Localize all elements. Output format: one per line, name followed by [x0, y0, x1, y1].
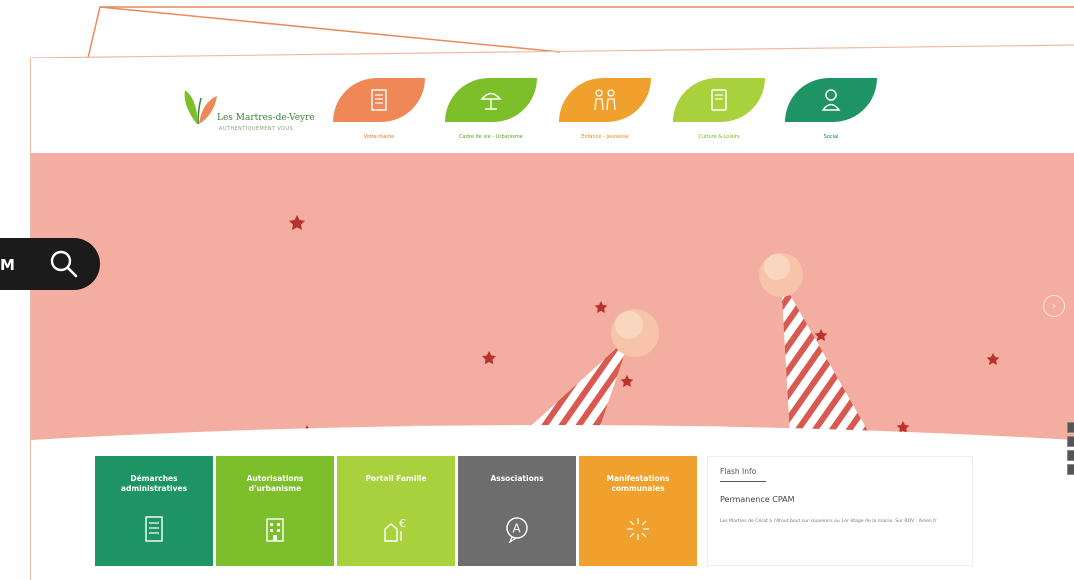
nav-label: Enfance - Jeunesse: [581, 134, 629, 140]
site-logo[interactable]: Les Martres-de-Veyre AUTHENTIQUEMENT VOU…: [179, 84, 339, 138]
flash-info-headline[interactable]: Permanence CPAM: [720, 495, 795, 504]
nav-item-culture-loisirs[interactable]: Culture & Loisirs: [669, 78, 769, 148]
flash-info-body: Les Martres de Cérat à l'Atout bout sur …: [720, 519, 937, 524]
association-badge-icon: A: [502, 514, 532, 544]
hero-bottom-curve: [31, 425, 1074, 453]
fireworks-icon: [623, 514, 653, 544]
tile-label: Manifestations communales: [606, 474, 670, 493]
party-hats-illustration: [289, 215, 1000, 453]
nav-item-cadre-de-vie[interactable]: Cadre de vie - Urbanisme: [441, 78, 541, 148]
tile-label: Portail Famille: [365, 474, 427, 483]
nav-leaf-social: [785, 78, 877, 122]
flash-info-panel: Flash Info Permanence CPAM Les Martres d…: [707, 456, 973, 566]
tile-label: Autorisations d'urbanisme: [246, 474, 304, 493]
leaf-logo-icon: [184, 90, 217, 125]
family-euro-icon: €: [381, 514, 411, 544]
social-print-icon[interactable]: [1067, 450, 1074, 461]
flash-info-title: Flash Info: [720, 467, 757, 476]
svg-text:A: A: [513, 522, 522, 536]
tile-autorisations-urbanisme[interactable]: Autorisations d'urbanisme: [216, 456, 334, 566]
nav-label: Social: [823, 134, 839, 140]
svg-text:€: €: [399, 517, 406, 530]
flash-info-underline: [720, 481, 766, 482]
tile-label: Associations: [490, 474, 544, 483]
nav-label: Cadre de vie - Urbanisme: [459, 134, 523, 140]
social-facebook-icon[interactable]: [1067, 436, 1074, 447]
urban-building-icon: [260, 514, 290, 544]
building-document-icon: [371, 89, 387, 111]
logo-tagline: AUTHENTIQUEMENT VOUS: [219, 126, 294, 132]
tile-manifestations-communales[interactable]: Manifestations communales: [579, 456, 697, 566]
logo-title: Les Martres-de-Veyre: [217, 113, 315, 123]
book-icon: [711, 89, 727, 111]
search-pill[interactable]: M: [0, 238, 100, 290]
tile-portail-famille[interactable]: Portail Famille €: [337, 456, 455, 566]
nav-item-social[interactable]: Social: [781, 78, 881, 148]
children-icon: [594, 89, 616, 111]
nav-item-enfance-jeunesse[interactable]: Enfance - Jeunesse: [555, 78, 655, 148]
nav-label: Culture & Loisirs: [698, 134, 740, 140]
tile-associations[interactable]: Associations A: [458, 456, 576, 566]
nav-leaf-culture-loisirs: [673, 78, 765, 122]
tile-demarches-administratives[interactable]: Démarches administratives: [95, 456, 213, 566]
screenshot-stage: Les Martres-de-Veyre AUTHENTIQUEMENT VOU…: [0, 0, 1074, 580]
site-header: Les Martres-de-Veyre AUTHENTIQUEMENT VOU…: [31, 58, 1074, 153]
form-document-icon: [139, 514, 169, 544]
nav-label: Votre mairie: [363, 134, 395, 140]
nav-leaf-cadre-de-vie: [445, 78, 537, 122]
nav-item-votre-mairie[interactable]: Votre mairie: [329, 78, 429, 148]
website-screenshot: Les Martres-de-Veyre AUTHENTIQUEMENT VOU…: [30, 58, 1074, 580]
hero-banner: ›: [31, 153, 1074, 453]
parasol-icon: [480, 92, 502, 110]
slider-next-button[interactable]: ›: [1043, 295, 1065, 317]
search-text: M: [0, 256, 16, 274]
nav-leaf-enfance-jeunesse: [559, 78, 651, 122]
social-share-icon[interactable]: [1067, 422, 1074, 433]
search-icon[interactable]: [48, 248, 80, 280]
social-mail-icon[interactable]: [1067, 464, 1074, 475]
tile-label: Démarches administratives: [120, 474, 188, 493]
person-icon: [821, 89, 841, 111]
nav-leaf-votre-mairie: [333, 78, 425, 122]
